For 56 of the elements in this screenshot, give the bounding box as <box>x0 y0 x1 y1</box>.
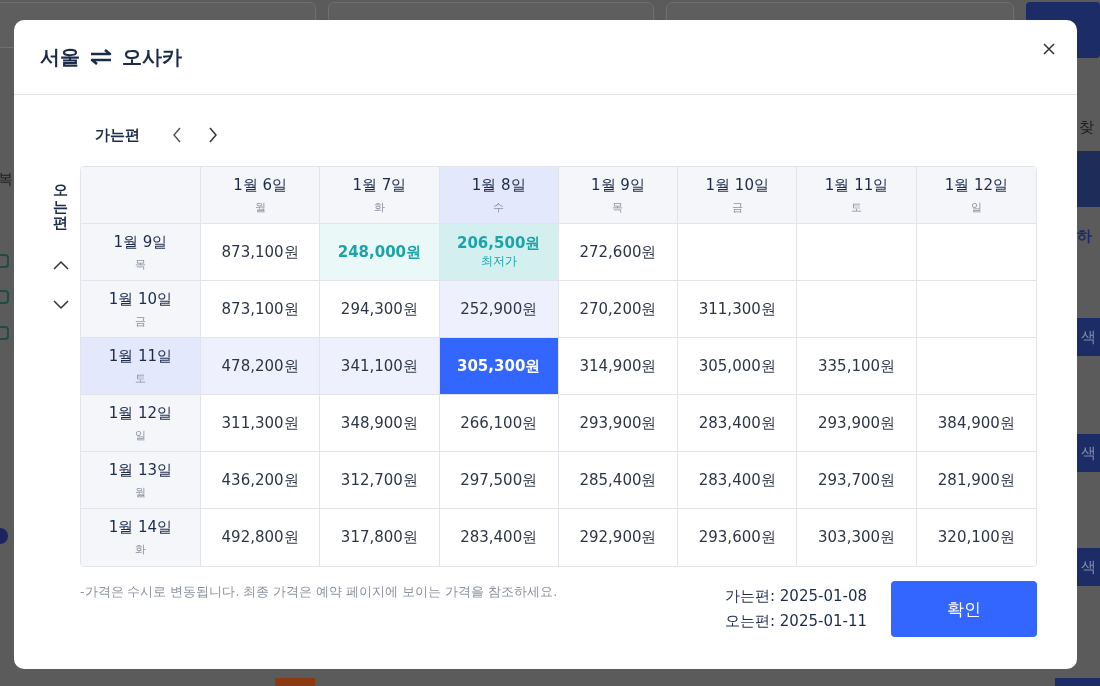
selected-date: 오는편: 2025-01-11 <box>725 612 867 631</box>
price-cell[interactable]: 311,300원 <box>678 281 798 338</box>
date-header[interactable]: 1월 10일 금 <box>80 281 201 338</box>
date-header[interactable]: 1월 13일 월 <box>80 452 201 509</box>
price-cell[interactable]: 266,100원 <box>439 395 559 452</box>
selected-date: 가는편: 2025-01-08 <box>725 587 867 606</box>
date-header[interactable]: 1월 6일 월 <box>200 167 321 224</box>
up-icon[interactable] <box>52 259 69 270</box>
price-cell[interactable]: 311,300원 <box>200 395 321 452</box>
date-header[interactable]: 1월 11일 토 <box>797 167 917 224</box>
destination-title: 오사카 <box>122 43 182 71</box>
outbound-label: 가는편 <box>95 125 140 145</box>
date-header[interactable]: 1월 10일 금 <box>678 167 798 224</box>
date-header[interactable]: 1월 12일 일 <box>916 167 1036 224</box>
date-header[interactable]: 1월 12일 일 <box>80 395 201 452</box>
price-cell[interactable]: 305,300원 <box>439 338 559 395</box>
price-cell[interactable]: 283,400원 <box>678 395 798 452</box>
price-cell[interactable]: 252,900원 <box>439 281 559 338</box>
banner-background <box>1077 151 1100 207</box>
price-cell[interactable]: 341,100원 <box>320 338 440 395</box>
price-cell[interactable]: 314,900원 <box>558 338 679 395</box>
price-cell[interactable]: 312,700원 <box>320 452 440 509</box>
price-cell[interactable]: 436,200원 <box>200 452 321 509</box>
price-cell[interactable]: 272,600원 <box>558 224 679 281</box>
date-header[interactable]: 1월 14일 화 <box>80 509 201 566</box>
price-cell[interactable]: 283,400원 <box>678 452 798 509</box>
price-cell[interactable]: 294,300원 <box>320 281 440 338</box>
origin-title: 서울 <box>40 43 80 71</box>
price-cell[interactable]: 873,100원 <box>200 224 321 281</box>
confirm-button[interactable]: 확인 <box>891 581 1037 637</box>
swap-icon <box>90 49 112 65</box>
price-cell[interactable]: 285,400원 <box>558 452 679 509</box>
date-header[interactable]: 1월 7일 화 <box>320 167 440 224</box>
price-cell[interactable]: 270,200원 <box>558 281 679 338</box>
price-cell[interactable]: 297,500원 <box>439 452 559 509</box>
price-cell[interactable]: 293,700원 <box>797 452 917 509</box>
select-button[interactable]: 색 <box>1077 548 1100 586</box>
return-label: 오는편 <box>53 182 69 232</box>
price-cell[interactable]: 293,900원 <box>558 395 679 452</box>
date-header[interactable]: 1월 9일 목 <box>80 224 201 281</box>
select-button[interactable]: 색 <box>1077 434 1100 472</box>
date-header[interactable]: 1월 11일 토 <box>80 338 201 395</box>
date-header[interactable]: 1월 8일 수 <box>439 167 559 224</box>
price-cell[interactable]: 335,100원 <box>797 338 917 395</box>
price-cell[interactable]: 873,100원 <box>200 281 321 338</box>
select-button[interactable]: 색 <box>1077 318 1100 356</box>
price-notice: -가격은 수시로 변동됩니다. 최종 가격은 예약 페이지에 보이는 가격을 참조하세요. <box>80 584 559 601</box>
price-cell[interactable]: 293,900원 <box>797 395 917 452</box>
previous-icon[interactable] <box>172 127 182 143</box>
down-icon[interactable] <box>52 299 69 310</box>
next-icon[interactable] <box>208 127 218 143</box>
price-cell[interactable]: 478,200원 <box>200 338 321 395</box>
close-icon[interactable] <box>1043 43 1055 55</box>
price-cell[interactable]: 305,000원 <box>678 338 798 395</box>
date-header[interactable]: 1월 9일 목 <box>558 167 679 224</box>
price-cell[interactable]: 348,900원 <box>320 395 440 452</box>
